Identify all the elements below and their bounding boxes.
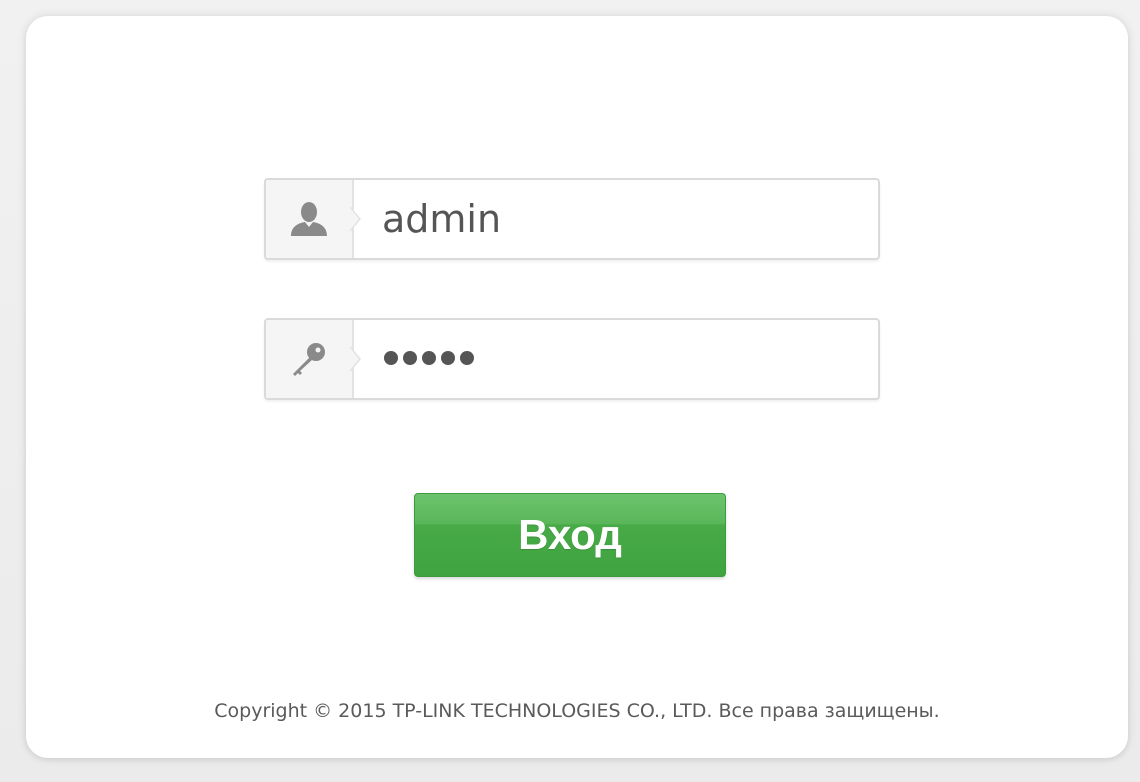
login-button-label: Вход — [518, 511, 622, 558]
password-dot — [384, 351, 398, 365]
password-masked-value — [384, 351, 474, 365]
password-dot — [422, 351, 436, 365]
password-dot — [460, 351, 474, 365]
copyright-text: Copyright © 2015 TP-LINK TECHNOLOGIES CO… — [214, 700, 940, 722]
username-field[interactable]: admin — [264, 178, 880, 260]
username-icon-cell — [266, 180, 354, 258]
password-dot — [441, 351, 455, 365]
username-value: admin — [382, 197, 502, 241]
password-icon-cell — [266, 320, 354, 398]
key-icon — [293, 343, 325, 376]
password-dot — [403, 351, 417, 365]
login-button[interactable]: Вход — [414, 493, 726, 577]
password-field[interactable] — [264, 318, 880, 400]
user-icon — [291, 202, 327, 236]
